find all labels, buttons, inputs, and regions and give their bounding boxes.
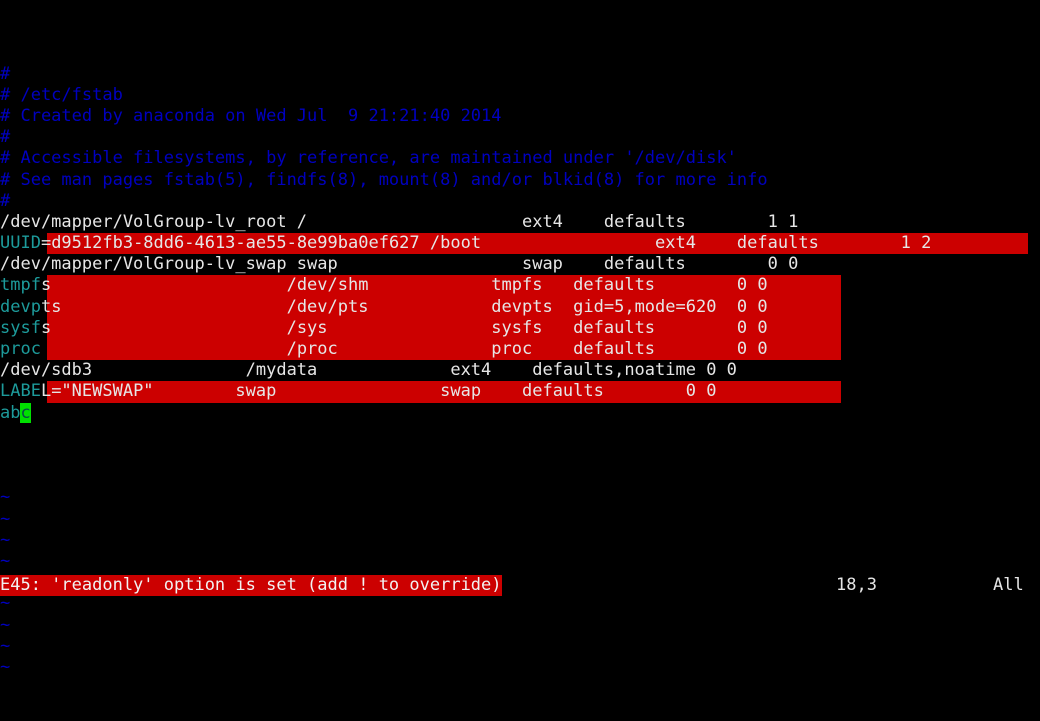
- line-text: # Created by anaconda on Wed Jul 9 21:21…: [0, 106, 502, 126]
- line-text: UUID=d9512fb3-8dd6-4613-ae55-8e99ba0ef62…: [0, 233, 931, 253]
- line-segment: # Accessible filesystems, by reference, …: [0, 148, 737, 169]
- tilde-icon: ~: [0, 508, 11, 529]
- line-segment: /dev/mapper/VolGroup-lv_swap swap swap d…: [0, 254, 799, 275]
- line-segment: ts /dev/pts devpts gid=5,mode=620 0 0: [40, 296, 768, 317]
- line-segment: #: [0, 127, 11, 148]
- empty-line-marker: ~: [0, 509, 1040, 530]
- buffer-line: # /etc/fstab: [0, 85, 1040, 106]
- line-segment: ab: [0, 402, 21, 423]
- buffer-line: # Created by anaconda on Wed Jul 9 21:21…: [0, 106, 1040, 127]
- line-text: /dev/mapper/VolGroup-lv_swap swap swap d…: [0, 254, 798, 274]
- buffer-line: abc: [0, 402, 1040, 424]
- cursor-position-indicator: 18,3: [836, 575, 877, 595]
- line-segment: tmpf: [0, 275, 41, 296]
- buffer-line: #: [0, 64, 1040, 85]
- buffer-line: UUID=d9512fb3-8dd6-4613-ae55-8e99ba0ef62…: [0, 233, 1040, 255]
- line-segment: # /etc/fstab: [0, 84, 123, 105]
- line-text: proc /proc proc defaults 0 0: [0, 339, 768, 359]
- buffer-line: /dev/mapper/VolGroup-lv_swap swap swap d…: [0, 254, 1040, 275]
- buffer-line: proc /proc proc defaults 0 0: [0, 339, 1040, 361]
- empty-line-marker: ~: [0, 487, 1040, 508]
- line-text: # See man pages fstab(5), findfs(8), mou…: [0, 170, 768, 190]
- terminal-window[interactable]: # # /etc/fstab # Created by anaconda on We…: [0, 0, 1040, 677]
- status-message: E45: 'readonly' option is set (add ! to …: [0, 575, 502, 596]
- tilde-icon: ~: [0, 487, 11, 508]
- line-segment: =d9512fb3-8dd6-4613-ae55-8e99ba0ef627 /b…: [40, 233, 932, 254]
- text-cursor[interactable]: c: [20, 402, 31, 423]
- empty-line-marker: ~: [0, 530, 1040, 551]
- empty-line-marker: ~: [0, 657, 1040, 678]
- buffer-line: tmpfs /dev/shm tmpfs defaults 0 0: [0, 275, 1040, 297]
- line-text: abc: [0, 402, 31, 423]
- vim-status-line: E45: 'readonly' option is set (add ! to …: [0, 575, 1040, 596]
- line-segment: s /dev/shm tmpfs defaults 0 0: [40, 275, 768, 296]
- line-text: sysfs /sys sysfs defaults 0 0: [0, 318, 768, 338]
- buffer-line: /dev/sdb3 /mydata ext4 defaults,noatime …: [0, 360, 1040, 381]
- line-text: #: [0, 127, 10, 147]
- empty-line-marker: ~: [0, 593, 1040, 614]
- line-segment: L="NEWSWAP" swap swap defaults 0 0: [40, 381, 717, 402]
- line-segment: devp: [0, 296, 41, 317]
- line-segment: LABE: [0, 381, 41, 402]
- line-segment: proc: [0, 339, 41, 360]
- tilde-icon: ~: [0, 529, 11, 550]
- line-segment: # Created by anaconda on Wed Jul 9 21:21…: [0, 105, 502, 126]
- buffer-line: # See man pages fstab(5), findfs(8), mou…: [0, 170, 1040, 191]
- buffer-line: #: [0, 191, 1040, 212]
- line-segment: s /sys sysfs defaults 0 0: [40, 317, 768, 338]
- line-segment: #: [0, 190, 11, 211]
- empty-line-marker: ~: [0, 551, 1040, 572]
- buffer-line: sysfs /sys sysfs defaults 0 0: [0, 317, 1040, 340]
- editor-buffer-area[interactable]: # # /etc/fstab # Created by anaconda on We…: [0, 0, 1040, 677]
- line-text: /dev/sdb3 /mydata ext4 defaults,noatime …: [0, 360, 737, 380]
- line-text: tmpfs /dev/shm tmpfs defaults 0 0: [0, 275, 768, 295]
- scroll-position-indicator: All: [993, 575, 1024, 595]
- buffer-line: devpts /dev/pts devpts gid=5,mode=620 0 …: [0, 296, 1040, 318]
- line-text: /dev/mapper/VolGroup-lv_root / ext4 defa…: [0, 212, 798, 232]
- empty-line-marker: ~: [0, 615, 1040, 636]
- line-segment: #: [0, 63, 11, 84]
- line-segment: /dev/sdb3 /mydata ext4 defaults,noatime …: [0, 360, 737, 381]
- line-segment: UUID: [0, 233, 41, 254]
- buffer-line: LABEL="NEWSWAP" swap swap defaults 0 0: [0, 381, 1040, 403]
- line-segment: /dev/mapper/VolGroup-lv_root / ext4 defa…: [0, 211, 799, 232]
- buffer-line: # Accessible filesystems, by reference, …: [0, 148, 1040, 169]
- line-segment: sysf: [0, 317, 41, 338]
- buffer-lines: # # /etc/fstab # Created by anaconda on We…: [0, 64, 1040, 424]
- line-segment: # See man pages fstab(5), findfs(8), mou…: [0, 169, 768, 190]
- line-text: LABEL="NEWSWAP" swap swap defaults 0 0: [0, 381, 716, 401]
- line-text: devpts /dev/pts devpts gid=5,mode=620 0 …: [0, 297, 768, 317]
- line-text: # /etc/fstab: [0, 85, 123, 105]
- line-text: #: [0, 191, 10, 211]
- buffer-line: #: [0, 127, 1040, 148]
- line-text: # Accessible filesystems, by reference, …: [0, 148, 737, 168]
- tilde-icon: ~: [0, 550, 11, 571]
- buffer-line: /dev/mapper/VolGroup-lv_root / ext4 defa…: [0, 212, 1040, 233]
- line-text: #: [0, 64, 10, 84]
- empty-line-marker: ~: [0, 636, 1040, 657]
- line-segment: /proc proc defaults 0 0: [40, 339, 768, 360]
